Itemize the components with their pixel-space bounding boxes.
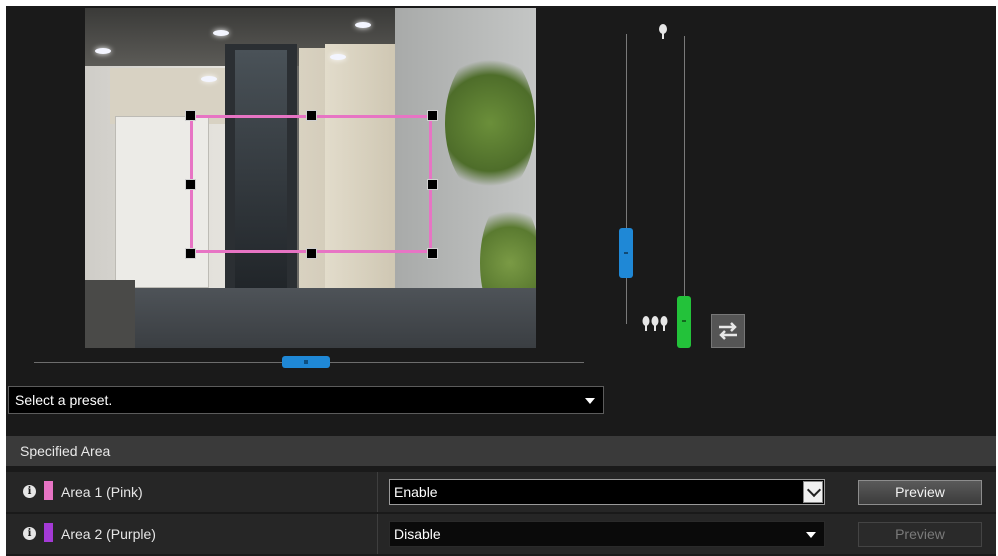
resize-handle-bottom[interactable] <box>306 248 317 259</box>
preset-select[interactable]: Select a preset. <box>8 386 604 414</box>
resize-handle-top[interactable] <box>306 110 317 121</box>
swap-arrows-icon[interactable] <box>711 314 745 348</box>
chevron-down-icon <box>806 532 816 538</box>
area-settings-panel: Select a preset. Specified Area i Area 1… <box>6 6 996 556</box>
area-2-status-select[interactable]: Disable <box>389 521 825 547</box>
blue-slider-track[interactable] <box>626 34 627 324</box>
three-trees-icon <box>642 316 668 334</box>
area-color-swatch <box>44 481 53 500</box>
chevron-down-icon <box>585 398 595 404</box>
chevron-down-icon[interactable] <box>803 481 823 503</box>
info-icon[interactable]: i <box>23 485 36 498</box>
resize-handle-right[interactable] <box>427 179 438 190</box>
info-icon[interactable]: i <box>23 527 36 540</box>
resize-handle-top-left[interactable] <box>185 110 196 121</box>
horizontal-slider-knob[interactable] <box>282 356 330 368</box>
area-2-status-value: Disable <box>394 526 441 542</box>
area-1-preview-button[interactable]: Preview <box>858 480 982 505</box>
area-2-preview-button: Preview <box>858 522 982 547</box>
area-1-outline[interactable] <box>190 115 432 253</box>
green-slider-knob[interactable] <box>677 296 691 348</box>
area-row-1: i Area 1 (Pink) Enable Preview <box>6 472 996 512</box>
resize-handle-left[interactable] <box>185 179 196 190</box>
green-slider-track[interactable] <box>684 36 685 301</box>
resize-handle-top-right[interactable] <box>427 110 438 121</box>
camera-view[interactable] <box>85 8 536 348</box>
area-row-2: i Area 2 (Purple) Disable Preview <box>6 514 996 554</box>
resize-handle-bottom-left[interactable] <box>185 248 196 259</box>
preset-select-value: Select a preset. <box>15 392 113 408</box>
area-1-status-value: Enable <box>394 484 438 500</box>
section-title: Specified Area <box>20 443 111 459</box>
area-label: Area 2 (Purple) <box>61 526 156 542</box>
area-1-status-select[interactable]: Enable <box>389 479 825 505</box>
single-tree-icon <box>658 24 668 42</box>
blue-slider-knob[interactable] <box>619 228 633 278</box>
section-header: Specified Area <box>6 436 996 466</box>
area-color-swatch <box>44 523 53 542</box>
area-label: Area 1 (Pink) <box>61 484 143 500</box>
resize-handle-bottom-right[interactable] <box>427 248 438 259</box>
